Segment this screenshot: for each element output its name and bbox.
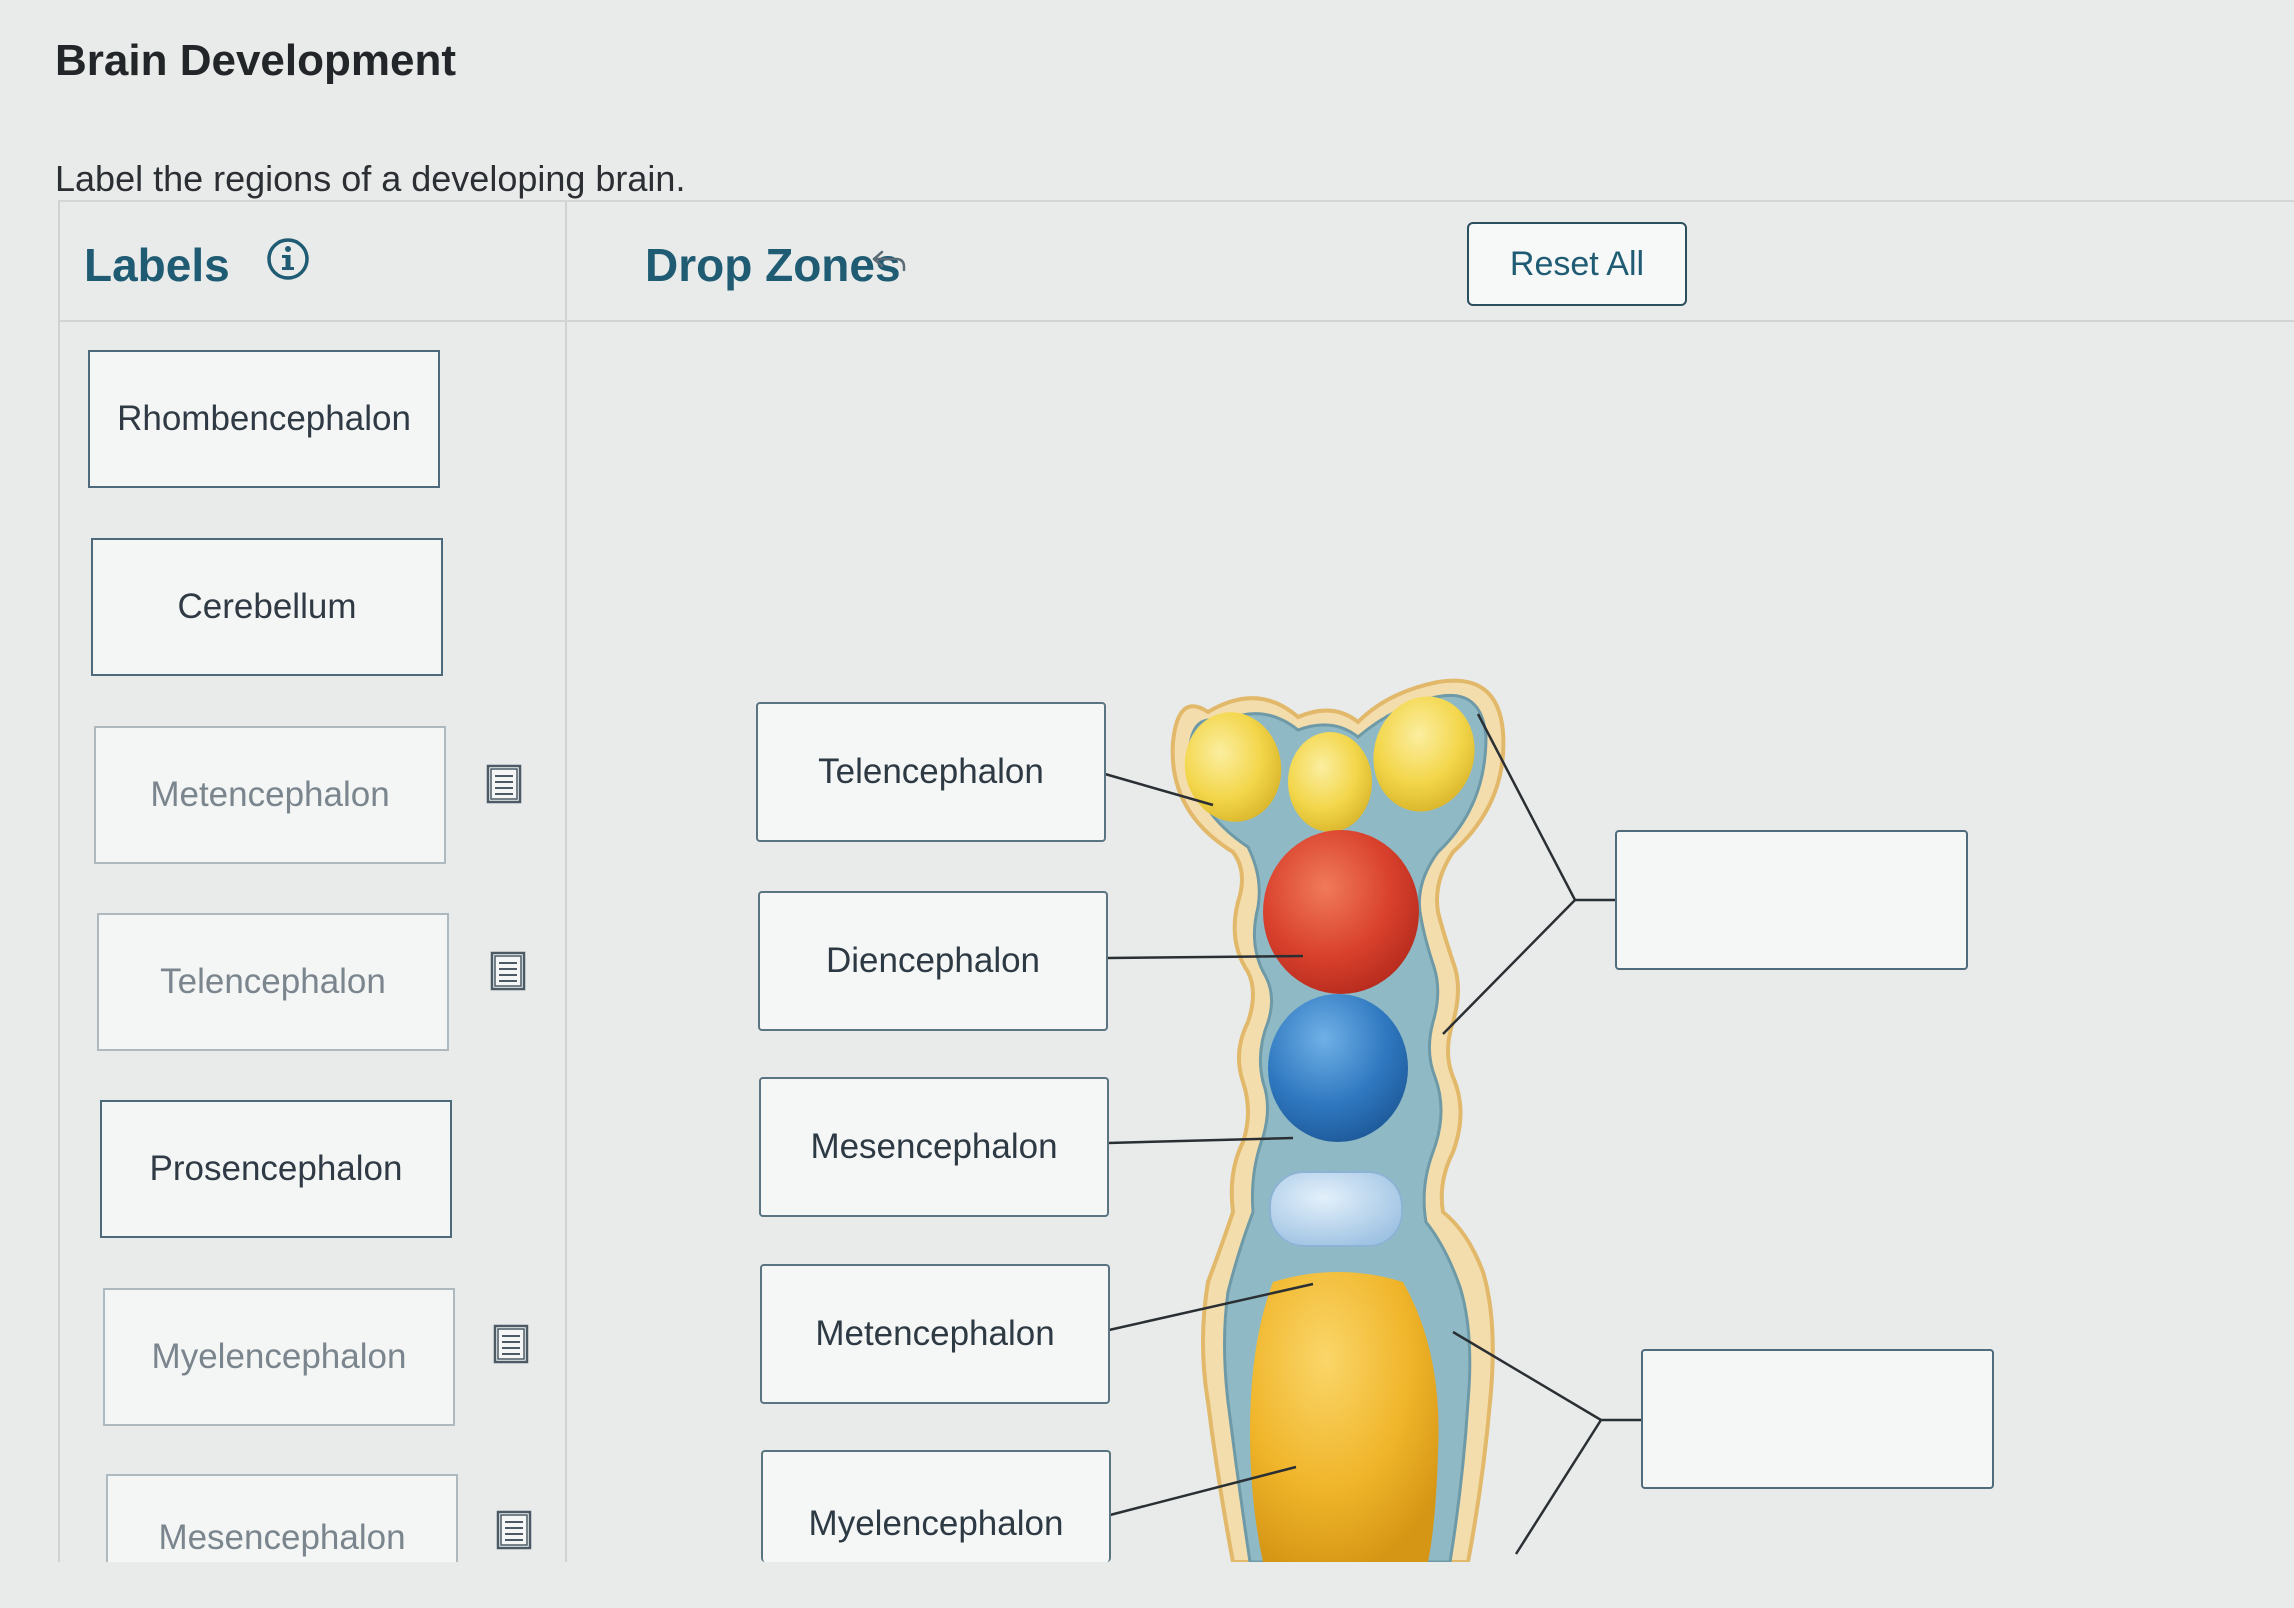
drop-zone-text: Myelencephalon — [808, 1504, 1064, 1543]
drop-zone-metencephalon[interactable]: Metencephalon — [760, 1264, 1110, 1404]
drop-zone-mesencephalon[interactable]: Mesencephalon — [759, 1077, 1109, 1217]
metencephalon-region — [1269, 1171, 1403, 1247]
drop-zone-text: Telencephalon — [818, 752, 1044, 791]
bracket-line-upper-bottom — [1442, 899, 1576, 1035]
drop-zone-empty-upper[interactable] — [1615, 830, 1968, 970]
page-title: Brain Development — [55, 36, 456, 85]
bracket-line-upper-top — [1476, 713, 1577, 901]
bracket-line-lower-bottom — [1514, 1419, 1603, 1555]
drop-zone-text: Diencephalon — [825, 941, 1041, 980]
drop-zone-text: Mesencephalon — [810, 1127, 1058, 1166]
myelencephalon-region — [1250, 1272, 1439, 1562]
mesencephalon-region — [1268, 994, 1408, 1142]
telencephalon-middle-lobe — [1288, 732, 1372, 832]
drop-zone-text: Metencephalon — [815, 1314, 1055, 1353]
activity-workspace: Labels Rhombencephalon Cerebellum Metenc… — [58, 200, 2294, 1562]
drop-zone-telencephalon[interactable]: Telencephalon — [756, 702, 1106, 842]
instructions-text: Label the regions of a developing brain. — [55, 158, 686, 199]
drop-zone-diencephalon[interactable]: Diencephalon — [758, 891, 1108, 1031]
drop-zone-myelencephalon[interactable]: Myelencephalon — [761, 1450, 1111, 1562]
diencephalon-region — [1263, 830, 1419, 994]
drop-zone-empty-lower[interactable] — [1641, 1349, 1994, 1489]
